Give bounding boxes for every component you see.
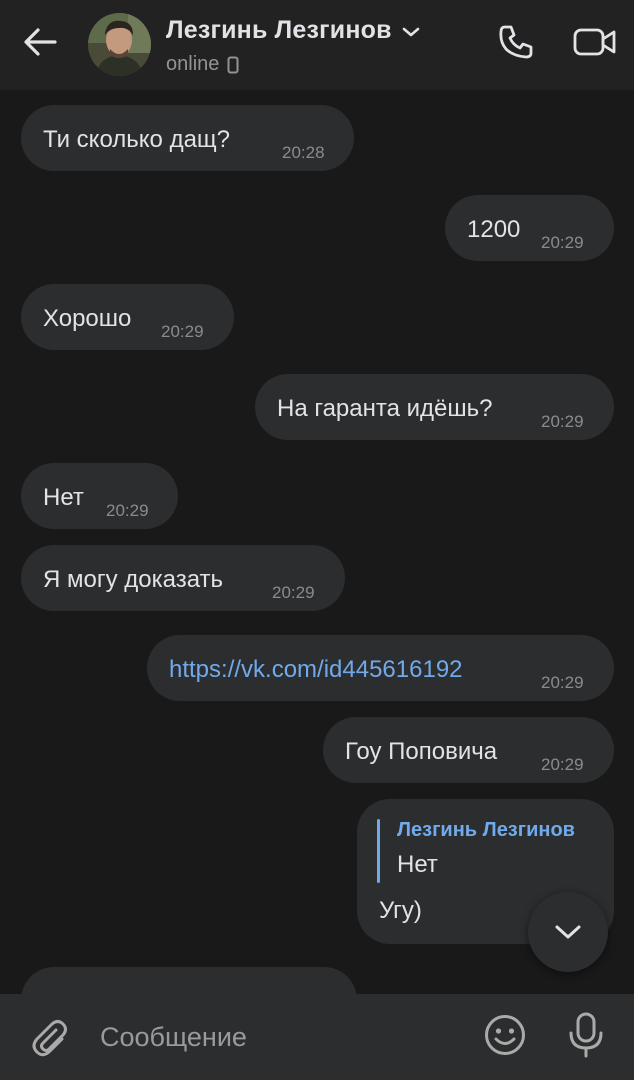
message-incoming[interactable]: Хорошо 20:29 — [21, 284, 234, 350]
reply-bar — [377, 819, 380, 883]
video-camera-icon — [573, 28, 616, 56]
message-text: 1200 — [467, 216, 521, 243]
voice-message-button[interactable] — [564, 1010, 608, 1060]
mobile-device-icon — [227, 56, 239, 73]
scroll-down-button[interactable] — [528, 892, 608, 972]
contact-info[interactable]: Лезгинь Лезгинов online — [166, 16, 422, 76]
message-time: 20:28 — [282, 143, 325, 162]
message-time: 20:29 — [541, 233, 584, 252]
video-call-button[interactable] — [570, 20, 620, 64]
message-incoming[interactable]: Нет 20:29 — [21, 463, 178, 529]
call-button[interactable] — [494, 20, 538, 64]
message-time: 20:29 — [161, 322, 204, 341]
message-time: 20:29 — [272, 583, 315, 602]
reply-text: Нет — [397, 851, 438, 878]
message-text: Гоу Поповича — [345, 738, 498, 765]
message-input[interactable] — [100, 1016, 460, 1058]
message-text: На гаранта идёшь? — [277, 395, 493, 422]
message-text: Нет — [43, 484, 84, 511]
message-outgoing[interactable]: 1200 20:29 — [445, 195, 614, 261]
message-text: Угу) — [379, 897, 422, 924]
online-status: online — [166, 53, 220, 75]
message-composer — [0, 994, 634, 1080]
chat-screen: Лезгинь Лезгинов online Ти сколько дащ? … — [0, 0, 634, 1080]
contact-name: Лезгинь Лезгинов — [166, 16, 392, 44]
message-text: Я могу доказать — [43, 566, 224, 593]
phone-icon — [499, 25, 533, 59]
arrow-left-icon — [24, 28, 57, 56]
message-time: 20:29 — [106, 501, 149, 520]
attach-button[interactable] — [26, 1014, 72, 1060]
message-text: Ти сколько дащ? — [43, 126, 231, 153]
message-time: 20:29 — [541, 412, 584, 431]
message-outgoing[interactable]: https://vk.com/id445616192 20:29 — [147, 635, 614, 701]
chevron-down-icon — [402, 27, 419, 36]
message-time: 20:29 — [541, 755, 584, 774]
chevron-down-icon — [555, 925, 581, 939]
profile-link[interactable]: https://vk.com/id445616192 — [169, 656, 463, 684]
contact-name-row[interactable]: Лезгинь Лезгинов — [166, 16, 422, 45]
back-button[interactable] — [18, 22, 62, 62]
message-time: 20:29 — [541, 673, 584, 692]
status-row: online — [166, 53, 422, 76]
reply-author[interactable]: Лезгинь Лезгинов — [397, 819, 575, 842]
paperclip-icon — [32, 1020, 67, 1057]
message-outgoing[interactable]: Гоу Поповича 20:29 — [323, 717, 614, 783]
avatar[interactable] — [88, 13, 151, 76]
chat-header: Лезгинь Лезгинов online — [0, 0, 634, 90]
microphone-icon — [569, 1012, 603, 1058]
smiley-icon — [485, 1015, 525, 1055]
message-incoming[interactable]: Я могу доказать 20:29 — [21, 545, 345, 611]
message-text: Хорошо — [43, 305, 132, 332]
message-incoming[interactable]: Ти сколько дащ? 20:28 — [21, 105, 354, 171]
message-outgoing[interactable]: На гаранта идёшь? 20:29 — [255, 374, 614, 440]
emoji-button[interactable] — [482, 1012, 528, 1058]
